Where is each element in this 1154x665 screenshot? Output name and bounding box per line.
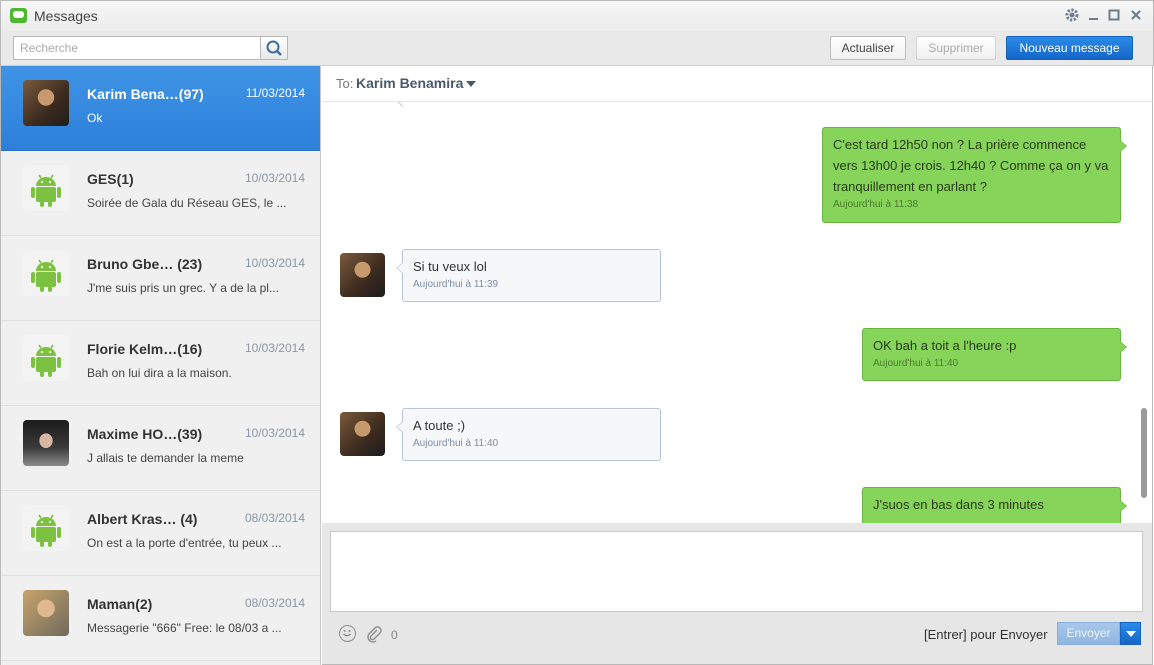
conversation-item[interactable]: GES(1) 10/03/2014 Soirée de Gala du Rése… [1,151,320,236]
contact-avatar [23,420,69,466]
search-button[interactable] [260,36,288,60]
message-preview: J'me suis pris un grec. Y a de la pl... [87,281,279,295]
recipient-header: To: Karim Benamira [322,66,1153,102]
window-title: Messages [34,8,98,24]
search-icon [266,40,282,56]
contact-name: GES(1) [87,171,134,187]
message-text: Si tu veux lol [413,259,487,274]
message-text: A toute ;) [413,418,466,433]
settings-gear-icon[interactable] [1063,7,1081,25]
message-preview: Ok [87,111,103,125]
title-bar: Messages [0,0,1154,31]
message-preview: J allais te demander la meme [87,451,244,465]
message-time: Aujourd'hui à 11:38 [833,199,919,210]
conversation-item[interactable]: Albert Kras… (4) 08/03/2014 On est a la … [1,491,320,576]
paperclip-icon[interactable] [366,625,382,643]
to-label: To: [336,76,354,91]
conversation-item[interactable]: Maman(2) 08/03/2014 Messagerie "666" Fre… [1,576,320,661]
conversation-date: 08/03/2014 [244,596,305,610]
minimize-icon[interactable] [1085,7,1103,25]
message-preview: On est a la porte d'entrée, tu peux ... [87,536,282,550]
conversation-item[interactable]: Florie Kelm…(16) 10/03/2014 Bah on lui d… [1,321,320,406]
message-text: C'est tard 12h50 non ? La prière commenc… [833,137,1109,194]
message-thread[interactable]: C'est tard 12h50 non ? La prière commenc… [322,102,1153,523]
message-time: Aujourd'hui à 11:40 [873,358,959,369]
conversation-item[interactable]: Karim Bena…(97) 11/03/2014 Ok [1,66,320,151]
conversation-date: 11/03/2014 [245,86,305,100]
sender-avatar [340,412,385,456]
search-input[interactable] [13,36,261,60]
message-bubble-outgoing: OK bah a toit a l'heure :p Aujourd'hui à… [862,328,1127,381]
android-icon [23,165,69,211]
message-time: Aujourd'hui à 11:40 [413,438,499,449]
android-icon [23,250,69,296]
message-bubble-outgoing: J'suos en bas dans 3 minutes [862,487,1127,523]
contact-name: Karim Bena…(97) [87,86,204,102]
message-bubble-incoming: Si tu veux lol Aujourd'hui à 11:39 [396,249,661,302]
sender-avatar [340,253,385,297]
message-preview: Soirée de Gala du Réseau GES, le ... [87,196,287,210]
contact-name: Albert Kras… (4) [87,511,198,527]
contact-name: Maxime HO…(39) [87,426,203,442]
conversation-list: Karim Bena…(97) 11/03/2014 Ok GES(1) 10/… [0,66,321,665]
message-preview: Bah on lui dira a la maison. [87,366,232,380]
contact-avatar [23,80,69,126]
enter-to-send-hint: [Entrer] pour Envoyer [924,627,1048,642]
contact-name: Maman(2) [87,596,153,612]
message-preview: Messagerie "666" Free: le 08/03 a ... [87,621,282,635]
maximize-icon[interactable] [1105,7,1123,25]
contact-avatar [23,590,69,636]
conversation-date: 10/03/2014 [244,426,305,440]
recipient-name[interactable]: Karim Benamira [356,75,463,91]
new-message-button[interactable]: Nouveau message [1006,36,1133,60]
conversation-item[interactable]: Maxime HO…(39) 10/03/2014 J allais te de… [1,406,320,491]
toolbar: Actualiser Supprimer Nouveau message [0,31,1154,66]
message-text: J'suos en bas dans 3 minutes [873,497,1044,512]
android-icon [23,335,69,381]
refresh-button[interactable]: Actualiser [830,36,906,60]
message-bubble-outgoing: C'est tard 12h50 non ? La prière commenc… [822,127,1127,223]
emoji-icon[interactable] [339,625,356,642]
chevron-down-icon[interactable] [466,81,476,87]
conversation-item[interactable]: Bruno Gbe… (23) 10/03/2014 J'me suis pri… [1,236,320,321]
send-button[interactable]: Envoyer [1057,622,1120,645]
conversation-date: 10/03/2014 [244,341,305,355]
delete-button[interactable]: Supprimer [916,36,996,60]
conversation-date: 10/03/2014 [244,256,305,270]
conversation-date: 10/03/2014 [244,171,305,185]
message-time: Aujourd'hui à 11:39 [413,279,499,290]
send-options-dropdown[interactable] [1120,622,1141,645]
android-icon [23,505,69,551]
message-bubble-incoming: A toute ;) Aujourd'hui à 11:40 [396,408,661,461]
attachment-count: 0 [391,628,398,642]
message-input[interactable] [330,531,1143,612]
message-text: OK bah a toit a l'heure :p [873,338,1017,353]
scrollbar-thumb[interactable] [1141,408,1147,498]
contact-name: Florie Kelm…(16) [87,341,203,357]
conversation-date: 08/03/2014 [244,511,305,525]
contact-name: Bruno Gbe… (23) [87,256,203,272]
messages-app-icon [10,8,27,23]
close-icon[interactable] [1127,7,1145,25]
